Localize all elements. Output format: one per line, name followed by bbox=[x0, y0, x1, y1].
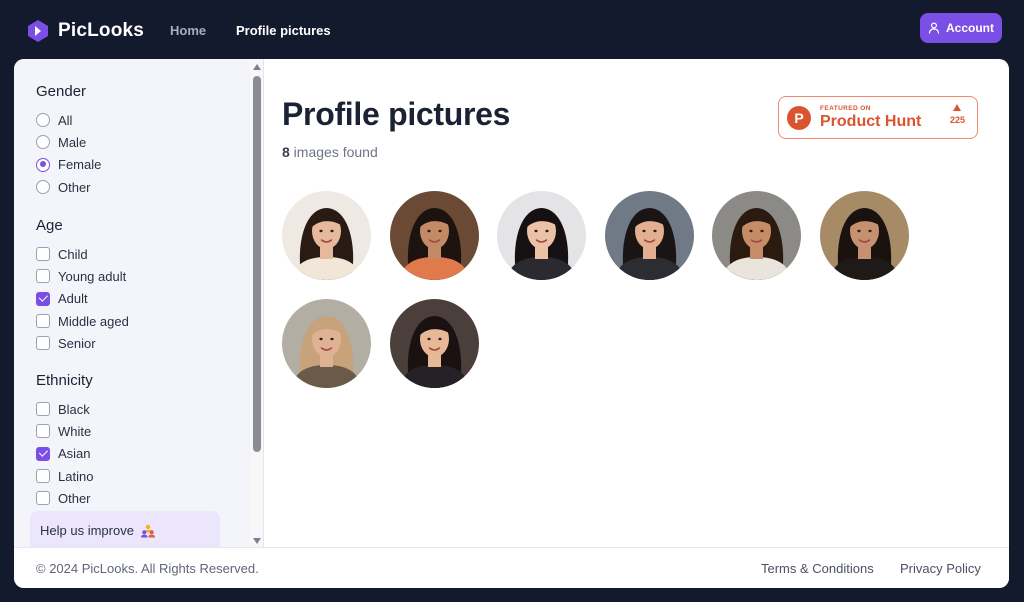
age-option-senior[interactable]: Senior bbox=[36, 332, 129, 354]
option-label: Other bbox=[58, 179, 91, 195]
terms-link[interactable]: Terms & Conditions bbox=[761, 561, 874, 576]
profile-picture[interactable] bbox=[389, 191, 479, 280]
result-count-number: 8 bbox=[282, 144, 290, 160]
brand-link[interactable]: PicLooks bbox=[26, 19, 144, 43]
scroll-up-arrow-icon[interactable] bbox=[253, 64, 261, 70]
radio-button[interactable] bbox=[36, 157, 50, 172]
people-icon bbox=[140, 524, 155, 538]
gender-option-other[interactable]: Other bbox=[36, 176, 101, 198]
age-title: Age bbox=[36, 217, 63, 234]
ethnicity-option-white[interactable]: White bbox=[36, 420, 93, 442]
option-label: White bbox=[58, 423, 92, 439]
account-button[interactable]: Account bbox=[920, 13, 1002, 43]
help-label: Help us improve bbox=[40, 523, 134, 538]
result-count: 8 images found bbox=[282, 144, 378, 160]
portrait-image bbox=[604, 191, 694, 280]
brand-name: PicLooks bbox=[58, 20, 145, 41]
checkbox[interactable] bbox=[36, 291, 50, 306]
option-label: Middle aged bbox=[58, 313, 129, 329]
upvote-arrow-icon bbox=[953, 104, 962, 111]
product-hunt-kicker: FEATURED ON bbox=[820, 104, 871, 112]
option-label: Other bbox=[58, 490, 91, 506]
checkbox[interactable] bbox=[36, 424, 50, 439]
gender-title: Gender bbox=[36, 83, 87, 100]
portrait-image bbox=[497, 191, 586, 280]
profile-picture[interactable] bbox=[497, 191, 586, 280]
portrait-image bbox=[282, 299, 371, 388]
result-count-suffix: images found bbox=[289, 144, 378, 160]
age-option-middle-aged[interactable]: Middle aged bbox=[36, 310, 129, 332]
top-navbar: PicLooks Home Profile pictures Account bbox=[0, 0, 1024, 60]
checkbox[interactable] bbox=[36, 336, 50, 351]
ethnicity-option-asian[interactable]: Asian bbox=[36, 443, 93, 465]
user-icon bbox=[928, 22, 940, 34]
radio-button[interactable] bbox=[36, 180, 50, 195]
nav-profile-pictures[interactable]: Profile pictures bbox=[236, 23, 331, 38]
checkbox[interactable] bbox=[36, 469, 50, 484]
profile-picture[interactable] bbox=[282, 299, 371, 388]
ethnicity-title: Ethnicity bbox=[36, 372, 93, 389]
product-hunt-name: Product Hunt bbox=[820, 112, 922, 130]
portrait-image bbox=[389, 191, 479, 280]
option-label: Asian bbox=[58, 446, 91, 462]
nav-home[interactable]: Home bbox=[170, 23, 206, 38]
portrait-image bbox=[712, 191, 801, 280]
option-label: Senior bbox=[58, 335, 96, 351]
privacy-link[interactable]: Privacy Policy bbox=[900, 561, 981, 576]
portrait-image bbox=[819, 191, 909, 280]
account-label: Account bbox=[946, 21, 994, 35]
option-label: Adult bbox=[58, 291, 88, 307]
scroll-down-arrow-icon[interactable] bbox=[253, 538, 261, 544]
age-option-child[interactable]: Child bbox=[36, 243, 129, 265]
page-title: Profile pictures bbox=[282, 96, 511, 132]
footer: © 2024 PicLooks. All Rights Reserved. Te… bbox=[14, 547, 1009, 588]
product-hunt-badge[interactable]: P FEATURED ON Product Hunt 225 bbox=[778, 96, 978, 139]
ethnicity-option-black[interactable]: Black bbox=[36, 398, 93, 420]
option-label: Male bbox=[58, 134, 87, 150]
copyright-text: © 2024 PicLooks. All Rights Reserved. bbox=[36, 561, 259, 576]
product-hunt-vote-count: 225 bbox=[949, 115, 965, 125]
product-hunt-votes: 225 bbox=[950, 104, 965, 125]
option-label: All bbox=[58, 112, 73, 128]
checkbox[interactable] bbox=[36, 446, 50, 461]
gender-option-female[interactable]: Female bbox=[36, 154, 101, 176]
piclooks-logo-icon bbox=[28, 20, 48, 42]
ethnicity-filter: Ethnicity Black White Asian Latino Other bbox=[36, 372, 93, 509]
option-label: Young adult bbox=[58, 268, 127, 284]
portrait-image bbox=[389, 299, 479, 388]
scrollbar-thumb[interactable] bbox=[253, 76, 261, 452]
ethnicity-option-latino[interactable]: Latino bbox=[36, 465, 93, 487]
gender-option-male[interactable]: Male bbox=[36, 131, 101, 153]
option-label: Child bbox=[58, 246, 88, 262]
filter-sidebar: Gender All Male Female Other Age Child Y… bbox=[14, 59, 250, 547]
option-label: Latino bbox=[58, 468, 94, 484]
option-label: Black bbox=[58, 401, 90, 417]
product-hunt-text: FEATURED ON Product Hunt bbox=[820, 105, 921, 131]
main-content: Profile pictures 8 images found P FEATUR… bbox=[264, 59, 1009, 547]
checkbox[interactable] bbox=[36, 247, 50, 262]
checkbox[interactable] bbox=[36, 269, 50, 284]
profile-picture[interactable] bbox=[819, 191, 909, 280]
profile-picture[interactable] bbox=[389, 299, 479, 388]
profile-picture[interactable] bbox=[604, 191, 694, 280]
checkbox[interactable] bbox=[36, 314, 50, 329]
age-option-young-adult[interactable]: Young adult bbox=[36, 265, 129, 287]
gender-filter: Gender All Male Female Other bbox=[36, 83, 101, 198]
option-label: Female bbox=[58, 157, 102, 173]
profile-picture[interactable] bbox=[282, 191, 371, 280]
checkbox[interactable] bbox=[36, 402, 50, 417]
help-us-improve[interactable]: Help us improve bbox=[30, 511, 220, 547]
radio-button[interactable] bbox=[36, 113, 50, 128]
profile-picture[interactable] bbox=[712, 191, 801, 280]
ethnicity-option-other[interactable]: Other bbox=[36, 487, 93, 509]
radio-button[interactable] bbox=[36, 135, 50, 150]
age-filter: Age Child Young adult Adult Middle aged … bbox=[36, 217, 129, 354]
product-hunt-logo-icon: P bbox=[787, 105, 811, 130]
age-option-adult[interactable]: Adult bbox=[36, 288, 129, 310]
gender-option-all[interactable]: All bbox=[36, 109, 101, 131]
sidebar-scrollbar[interactable] bbox=[250, 59, 264, 547]
portrait-image bbox=[282, 191, 371, 280]
main-card: Gender All Male Female Other Age Child Y… bbox=[14, 59, 1009, 588]
checkbox[interactable] bbox=[36, 491, 50, 506]
